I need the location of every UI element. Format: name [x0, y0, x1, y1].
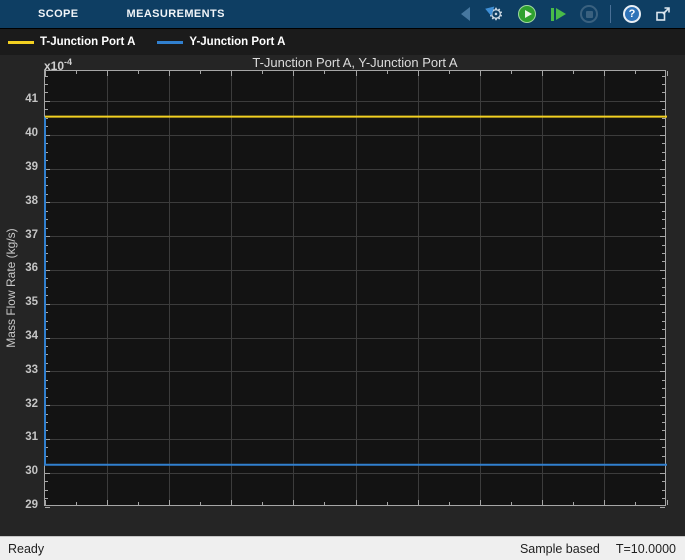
run-icon[interactable] — [517, 4, 537, 24]
y-tick-label: 34 — [25, 330, 38, 342]
scope-window: SCOPE MEASUREMENTS ⚙ ? T-Junction Port A… — [0, 0, 685, 560]
y-tick-label: 32 — [25, 397, 38, 410]
y-tick-label: 31 — [25, 431, 38, 444]
y-tick-label: 33 — [25, 363, 38, 376]
y-tick-label: 40 — [25, 127, 38, 140]
help-icon[interactable]: ? — [622, 4, 642, 24]
tab-scope[interactable]: SCOPE — [26, 0, 91, 28]
legend-label: Y-Junction Port A — [189, 36, 286, 48]
y-tick-label: 38 — [25, 194, 38, 207]
y-tick-label: 29 — [25, 499, 38, 511]
status-right: Sample based T=10.0000 — [520, 542, 676, 556]
plot-axes[interactable] — [44, 70, 668, 508]
legend-item-t-junction: T-Junction Port A — [8, 36, 135, 48]
toolbar-divider — [610, 5, 611, 23]
status-sample-mode: Sample based — [519, 541, 600, 556]
step-forward-icon[interactable] — [548, 4, 568, 24]
y-tick-label: 36 — [25, 262, 38, 275]
y-tick-label: 37 — [25, 228, 38, 241]
y-tick-label: 35 — [25, 296, 38, 309]
collapse-toolstrip-icon[interactable] — [455, 4, 475, 24]
stop-icon[interactable] — [579, 4, 599, 24]
tab-bar: SCOPE MEASUREMENTS ⚙ ? — [0, 0, 685, 28]
signal-traces — [44, 115, 667, 466]
status-sim-time: T=10.0000 — [615, 541, 676, 556]
y-tick-label: 30 — [25, 465, 38, 478]
status-bar: Ready Sample based T=10.0000 — [0, 536, 685, 560]
tab-measurements[interactable]: MEASUREMENTS — [115, 0, 237, 28]
y-tick-label: 41 — [25, 93, 38, 106]
legend-item-y-junction: Y-Junction Port A — [157, 36, 285, 48]
y-junction-line-swatch — [157, 40, 184, 44]
simulate-gear-icon[interactable]: ⚙ — [483, 4, 506, 24]
y-tick-label: 39 — [25, 161, 38, 173]
plot-region: x10-4 T-Junction Port A, Y-Junction Port… — [0, 55, 685, 536]
popout-icon[interactable] — [653, 4, 673, 24]
t-junction-line-swatch — [8, 40, 34, 44]
legend-label: T-Junction Port A — [40, 36, 136, 48]
status-ready: Ready — [8, 541, 45, 556]
chart-title: T-Junction Port A, Y-Junction Port A — [252, 55, 458, 70]
y-axis-label: Mass Flow Rate (kg/s) — [4, 228, 18, 348]
trace-y-junction-port-a — [44, 116, 667, 466]
toolbar: ⚙ ? — [455, 0, 685, 28]
legend-bar: T-Junction Port A Y-Junction Port A — [0, 28, 685, 55]
tabs: SCOPE MEASUREMENTS — [0, 0, 237, 28]
